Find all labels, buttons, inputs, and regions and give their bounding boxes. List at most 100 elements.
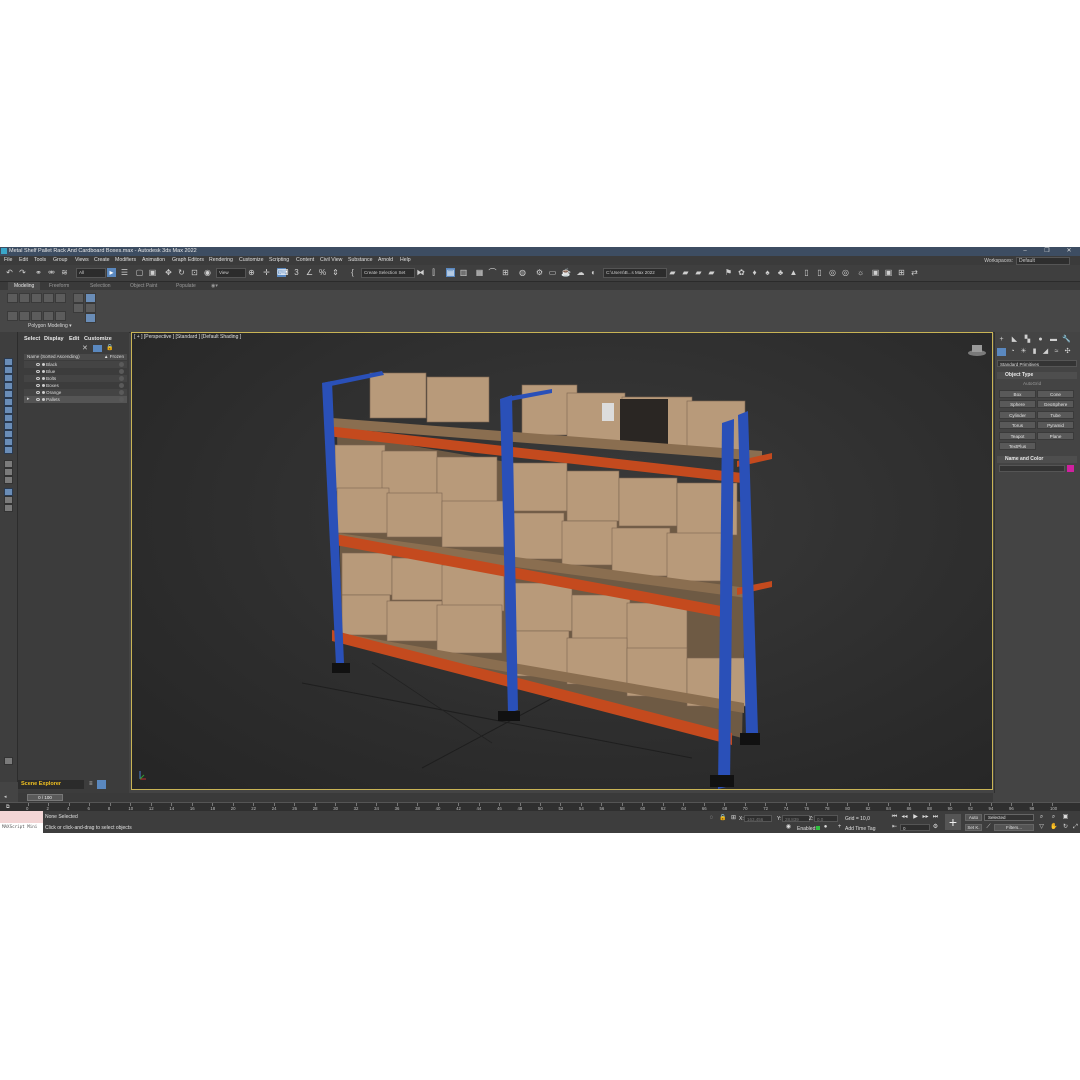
edit-named-selection-icon[interactable]: { — [348, 268, 357, 277]
freeze-toggle-icon[interactable] — [119, 369, 124, 374]
shapes-category-icon[interactable]: ◔ — [1008, 348, 1017, 356]
explorer-spacewarps-icon[interactable] — [4, 414, 13, 422]
ribbon-options-icon[interactable]: ◉▾ — [205, 282, 224, 290]
expand-arrow-icon[interactable]: ▸ — [27, 396, 30, 403]
visibility-eye-icon[interactable] — [36, 377, 40, 380]
add-time-tag-icon[interactable]: + — [836, 824, 843, 831]
toggle-ribbon-icon[interactable]: ▦ — [475, 268, 484, 277]
scene-row-black[interactable]: Black — [24, 361, 127, 368]
geosphere-button[interactable]: GeoSphere — [1037, 400, 1074, 408]
explorer-clear-search-icon[interactable]: ✕ — [82, 345, 89, 352]
ribbon-tool-11[interactable] — [73, 293, 84, 303]
create-tab-icon[interactable]: + — [997, 336, 1006, 344]
save-folder-icon[interactable]: ▰ — [694, 268, 703, 277]
link-icon[interactable]: ⚭ — [34, 268, 43, 277]
project-folder-icon[interactable]: ▰ — [668, 268, 677, 277]
hierarchy-tab-icon[interactable]: ▚ — [1023, 336, 1032, 344]
menu-arnold[interactable]: Arnold — [378, 257, 393, 263]
systems-category-icon[interactable]: ✣ — [1063, 348, 1072, 356]
freeze-toggle-icon[interactable] — [119, 397, 124, 402]
maximize-button[interactable]: ❐ — [1036, 247, 1058, 256]
menu-group[interactable]: Group — [53, 257, 67, 263]
minimize-button[interactable]: – — [1014, 247, 1036, 256]
helpers-category-icon[interactable]: ◢ — [1041, 348, 1050, 356]
explorer-menu-display[interactable]: Display — [44, 336, 64, 342]
mini-curve-editor-icon[interactable]: ⧉ — [6, 804, 10, 810]
project-path-dropdown[interactable]: C:\Users\B...s Max 2022 — [603, 268, 667, 278]
freeze-toggle-icon[interactable] — [119, 390, 124, 395]
arnold-log-icon[interactable]: ▯ — [802, 268, 811, 277]
key-filter-selected-dropdown[interactable]: Selected — [984, 814, 1034, 821]
curve-editor-icon[interactable]: ⌒ — [488, 268, 497, 277]
workspace-dropdown[interactable]: Default — [1016, 257, 1070, 265]
spacewarps-category-icon[interactable]: ≈ — [1052, 348, 1061, 356]
place-icon[interactable]: ◉ — [203, 268, 212, 277]
object-name-input[interactable] — [999, 465, 1065, 472]
ribbon-tool-10[interactable] — [55, 311, 66, 321]
select-manipulate-icon[interactable]: ✛ — [262, 268, 271, 277]
menu-tools[interactable]: Tools — [34, 257, 46, 263]
timeline-prev-icon[interactable]: ◂ — [4, 794, 7, 800]
zoom-extents-icon[interactable]: ▣ — [1062, 814, 1069, 821]
menu-customize[interactable]: Customize — [239, 257, 264, 263]
arnold-teapot-icon[interactable]: ▲ — [789, 268, 798, 277]
maxscript-listener[interactable]: MAXScript Mini — [0, 811, 43, 833]
visibility-eye-icon[interactable] — [36, 398, 40, 401]
window-crossing-icon[interactable]: ▣ — [148, 268, 157, 277]
named-selection-set-dropdown[interactable]: Create Selection Set — [361, 268, 415, 278]
arnold-license-icon[interactable]: ▯ — [815, 268, 824, 277]
redo-icon[interactable]: ↷ — [18, 268, 27, 277]
visibility-eye-icon[interactable] — [36, 370, 40, 373]
go-to-start-icon[interactable]: ⏮ — [891, 814, 898, 821]
menu-file[interactable]: File — [4, 257, 12, 263]
z-coordinate-input[interactable]: 0,0 — [814, 815, 838, 822]
open-folder-icon[interactable]: ▰ — [681, 268, 690, 277]
select-object-icon[interactable]: ▸ — [107, 268, 116, 277]
scale-icon[interactable]: ⊡ — [190, 268, 199, 277]
render-in-cloud-icon[interactable]: ☁ — [576, 268, 585, 277]
menu-substance[interactable]: Substance — [348, 257, 373, 263]
zoom-all-icon[interactable]: ⌕ — [1050, 814, 1057, 821]
tab-populate[interactable]: Populate — [170, 282, 202, 290]
mirror-icon[interactable]: ⧓ — [416, 268, 425, 277]
explorer-bones-icon[interactable] — [4, 438, 13, 446]
explorer-lock-toggle-icon[interactable]: 🔒 — [106, 345, 113, 352]
menu-modifiers[interactable]: Modifiers — [115, 257, 136, 263]
explorer-filter-icon[interactable] — [4, 488, 13, 496]
menu-edit[interactable]: Edit — [19, 257, 28, 263]
ribbon-tool-7[interactable] — [19, 311, 30, 321]
column-frozen[interactable]: ▲ Frozen — [104, 354, 124, 360]
cameras-category-icon[interactable]: ▮ — [1030, 348, 1039, 356]
menu-views[interactable]: Views — [75, 257, 89, 263]
rendered-frame-window-icon[interactable]: ▭ — [548, 268, 557, 277]
object-type-rollout[interactable]: Object Type — [997, 372, 1077, 379]
motion-tab-icon[interactable]: ● — [1036, 336, 1045, 344]
freeze-toggle-icon[interactable] — [119, 362, 124, 367]
layers-icon[interactable]: ≡ — [89, 781, 95, 788]
align-icon[interactable]: ⫿ — [429, 268, 438, 277]
scene-explorer-toggle-icon[interactable] — [97, 780, 106, 789]
bind-space-warp-icon[interactable]: ≋ — [60, 268, 69, 277]
explorer-menu-customize[interactable]: Customize — [84, 336, 112, 342]
torus-button[interactable]: Torus — [999, 421, 1036, 429]
arnold-scene-icon[interactable]: ♠ — [763, 268, 772, 277]
arnold-light-icon[interactable]: ♦ — [750, 268, 759, 277]
ribbon-tool-9[interactable] — [43, 311, 54, 321]
absolute-mode-icon[interactable]: ⊞ — [730, 815, 737, 822]
explorer-lock-icon[interactable] — [4, 504, 13, 512]
explorer-column-header[interactable]: Name (Sorted Ascending) ▲ Frozen — [24, 354, 127, 360]
modify-tab-icon[interactable]: ◣ — [1010, 336, 1019, 344]
next-frame-icon[interactable]: ▸▸ — [922, 814, 929, 821]
explorer-cameras-icon[interactable] — [4, 398, 13, 406]
pan-icon[interactable]: ✋ — [1050, 824, 1057, 831]
menu-graph-editors[interactable]: Graph Editors — [172, 257, 204, 263]
arnold-ipr-icon[interactable]: ✿ — [737, 268, 746, 277]
key-tangent-icon[interactable]: ⟋ — [985, 824, 992, 831]
orbit-icon[interactable]: ↻ — [1062, 824, 1069, 831]
material-editor-icon[interactable]: ◍ — [518, 268, 527, 277]
menu-scripting[interactable]: Scripting — [269, 257, 289, 263]
ribbon-tool-3[interactable] — [31, 293, 42, 303]
render-setup-icon[interactable]: ⚙ — [535, 268, 544, 277]
tab-selection[interactable]: Selection — [84, 282, 117, 290]
ribbon-tool-13[interactable] — [85, 293, 96, 303]
